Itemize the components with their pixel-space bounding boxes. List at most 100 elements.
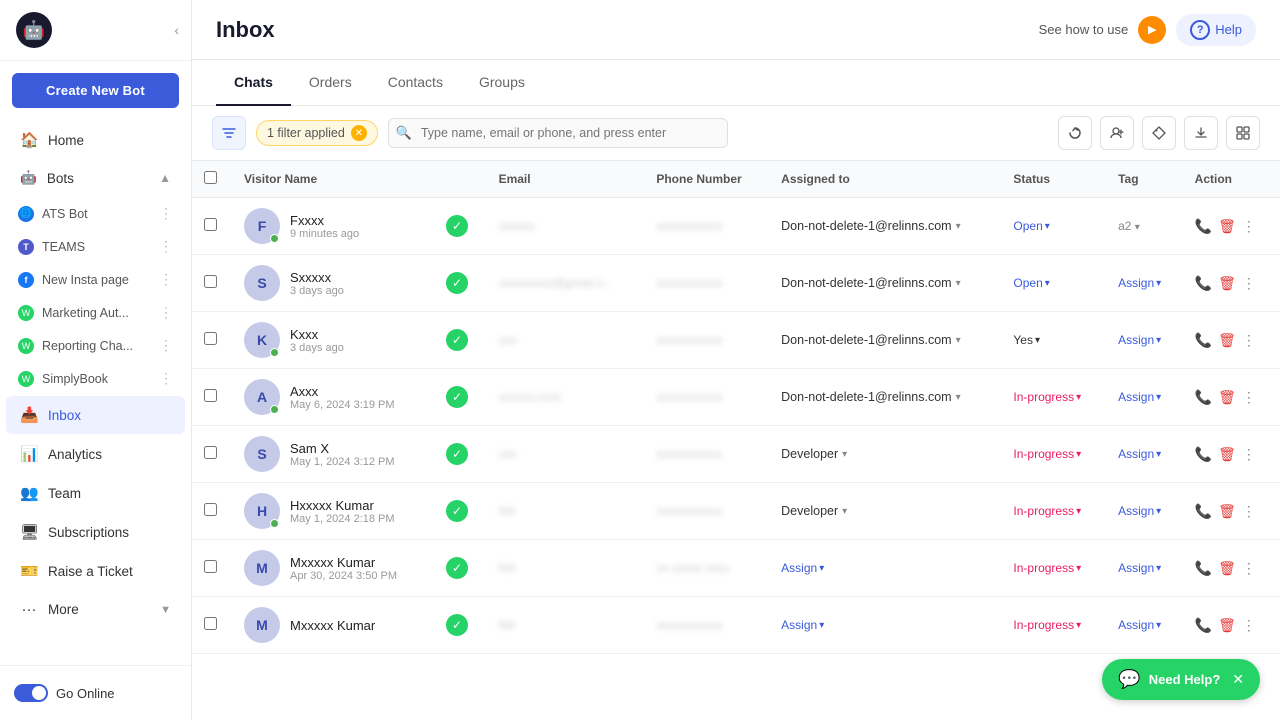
call-icon[interactable]: 📞 [1195,446,1212,463]
help-button[interactable]: ? Help [1176,14,1256,46]
call-icon[interactable]: 📞 [1195,503,1212,520]
row-more-icon[interactable]: ⋮ [1242,218,1256,235]
assigned-cell[interactable]: Assign ▾ [769,540,1001,597]
teams-bot-menu-icon[interactable]: ⋮ [155,236,177,257]
delete-icon[interactable]: 🗑 [1218,275,1236,292]
tag-assign[interactable]: Assign ▾ [1118,504,1171,518]
play-button[interactable]: ▶ [1138,16,1166,44]
assigned-to-text[interactable]: Don-not-delete-1@relinns.com ▾ [781,219,989,233]
assigned-cell[interactable]: Don-not-delete-1@relinns.com ▾ [769,198,1001,255]
row-more-icon[interactable]: ⋮ [1242,617,1256,634]
call-icon[interactable]: 📞 [1195,560,1212,577]
sidebar-item-raise-ticket[interactable]: 🎫 Raise a Ticket [6,552,185,590]
row-more-icon[interactable]: ⋮ [1242,332,1256,349]
reporting-bot-menu-icon[interactable]: ⋮ [155,335,177,356]
need-help-close-button[interactable]: ✕ [1232,671,1244,688]
tag-button[interactable] [1142,116,1176,150]
status-cell[interactable]: In-progress ▾ [1013,561,1094,575]
assigned-cell[interactable]: Don-not-delete-1@relinns.com ▾ [769,312,1001,369]
assigned-cell[interactable]: Assign ▾ [769,597,1001,654]
assigned-to-text[interactable]: Developer ▾ [781,447,989,461]
bot-item-marketing[interactable]: W Marketing Aut... ⋮ [4,296,187,329]
delete-icon[interactable]: 🗑 [1218,389,1236,406]
sidebar-item-subscriptions[interactable]: 🖥 Subscriptions [6,513,185,551]
bot-item-insta[interactable]: f New Insta page ⋮ [4,263,187,296]
status-cell[interactable]: In-progress ▾ [1013,504,1094,518]
assigned-assign[interactable]: Assign ▾ [781,561,989,575]
row-more-icon[interactable]: ⋮ [1242,560,1256,577]
call-icon[interactable]: 📞 [1195,332,1212,349]
row-checkbox-2[interactable] [204,332,217,345]
tag-cell[interactable]: Assign ▾ [1106,426,1183,483]
tag-cell[interactable]: Assign ▾ [1106,540,1183,597]
add-user-button[interactable] [1100,116,1134,150]
sidebar-item-analytics[interactable]: 📊 Analytics [6,435,185,473]
row-checkbox-3[interactable] [204,389,217,402]
status-cell[interactable]: In-progress ▾ [1013,447,1094,461]
bot-item-simplybook[interactable]: W SimplyBook ⋮ [4,362,187,395]
row-more-icon[interactable]: ⋮ [1242,446,1256,463]
tag-assign[interactable]: Assign ▾ [1118,333,1171,347]
assigned-cell[interactable]: Don-not-delete-1@relinns.com ▾ [769,369,1001,426]
row-checkbox-0[interactable] [204,218,217,231]
delete-icon[interactable]: 🗑 [1218,218,1236,235]
tag-cell[interactable]: a2 ▾ [1106,198,1183,255]
call-icon[interactable]: 📞 [1195,275,1212,292]
sidebar-item-home[interactable]: 🏠 Home [6,121,185,159]
sidebar-item-bots[interactable]: 🤖 Bots ▲ [6,160,185,196]
select-all-checkbox[interactable] [204,171,217,184]
sidebar-item-team[interactable]: 👥 Team [6,474,185,512]
row-more-icon[interactable]: ⋮ [1242,275,1256,292]
assigned-to-text[interactable]: Don-not-delete-1@relinns.com ▾ [781,276,989,290]
tag-cell[interactable]: Assign ▾ [1106,483,1183,540]
call-icon[interactable]: 📞 [1195,389,1212,406]
assigned-assign[interactable]: Assign ▾ [781,618,989,632]
call-icon[interactable]: 📞 [1195,617,1212,634]
assigned-cell[interactable]: Developer ▾ [769,426,1001,483]
insta-bot-menu-icon[interactable]: ⋮ [155,269,177,290]
refresh-button[interactable] [1058,116,1092,150]
tag-assign[interactable]: Assign ▾ [1118,390,1171,404]
tag-cell[interactable]: Assign ▾ [1106,597,1183,654]
tab-contacts[interactable]: Contacts [370,60,461,106]
tag-assign[interactable]: Assign ▾ [1118,447,1171,461]
delete-icon[interactable]: 🗑 [1218,560,1236,577]
ats-bot-menu-icon[interactable]: ⋮ [155,203,177,224]
grid-view-button[interactable] [1226,116,1260,150]
status-cell[interactable]: In-progress ▾ [1013,390,1094,404]
delete-icon[interactable]: 🗑 [1218,503,1236,520]
row-checkbox-5[interactable] [204,503,217,516]
bot-item-teams[interactable]: T TEAMS ⋮ [4,230,187,263]
assigned-to-text[interactable]: Don-not-delete-1@relinns.com ▾ [781,333,989,347]
tab-orders[interactable]: Orders [291,60,370,106]
bot-item-ats[interactable]: 🌐 ATS Bot ⋮ [4,197,187,230]
sidebar-collapse-button[interactable]: ‹ [174,22,179,38]
bot-item-reporting[interactable]: W Reporting Cha... ⋮ [4,329,187,362]
need-help-float-button[interactable]: 💬 Need Help? ✕ [1102,659,1260,700]
delete-icon[interactable]: 🗑 [1218,332,1236,349]
tab-chats[interactable]: Chats [216,60,291,106]
filter-button[interactable] [212,116,246,150]
marketing-bot-menu-icon[interactable]: ⋮ [155,302,177,323]
filter-clear-button[interactable]: ✕ [351,125,367,141]
tag-assign[interactable]: Assign ▾ [1118,561,1171,575]
tab-groups[interactable]: Groups [461,60,543,106]
sidebar-item-inbox[interactable]: 📥 Inbox [6,396,185,434]
search-input[interactable] [388,118,728,148]
delete-icon[interactable]: 🗑 [1218,446,1236,463]
download-button[interactable] [1184,116,1218,150]
assigned-cell[interactable]: Developer ▾ [769,483,1001,540]
status-cell[interactable]: Yes ▾ [1013,333,1094,347]
assigned-to-text[interactable]: Developer ▾ [781,504,989,518]
status-cell[interactable]: In-progress ▾ [1013,618,1094,632]
row-checkbox-4[interactable] [204,446,217,459]
tag-cell[interactable]: Assign ▾ [1106,312,1183,369]
sidebar-item-more[interactable]: ··· More ▼ [6,591,185,628]
tag-assign[interactable]: Assign ▾ [1118,276,1171,290]
tag-cell[interactable]: Assign ▾ [1106,255,1183,312]
status-cell[interactable]: Open ▾ [1013,276,1094,290]
call-icon[interactable]: 📞 [1195,218,1212,235]
row-more-icon[interactable]: ⋮ [1242,389,1256,406]
assigned-to-text[interactable]: Don-not-delete-1@relinns.com ▾ [781,390,989,404]
assigned-cell[interactable]: Don-not-delete-1@relinns.com ▾ [769,255,1001,312]
